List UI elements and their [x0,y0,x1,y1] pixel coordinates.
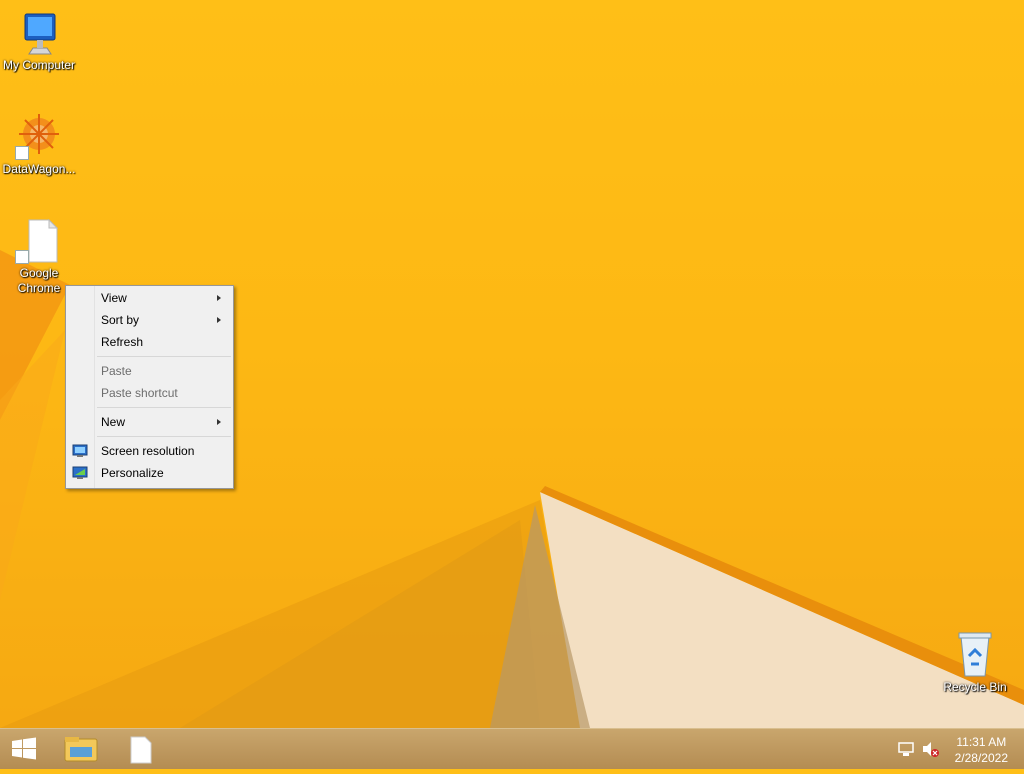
start-button[interactable] [0,729,48,769]
menu-separator [97,356,231,357]
clock-date: 2/28/2022 [954,751,1008,765]
menu-item-paste-shortcut[interactable]: Paste shortcut [68,382,231,404]
menu-item-new[interactable]: New [68,411,231,433]
menu-item-screen-resolution[interactable]: Screen resolution [68,440,231,462]
datawagon-icon [15,112,63,160]
menu-item-personalize[interactable]: Personalize [68,462,231,484]
menu-separator [97,436,231,437]
my-computer-icon[interactable]: My Computer [0,8,78,73]
network-icon [898,742,914,756]
taskbar: 11:31 AM 2/28/2022 [0,728,1024,769]
blank-document-icon [130,736,152,764]
menu-item-paste[interactable]: Paste [68,360,231,382]
display-icon [72,443,88,459]
google-chrome-shortcut[interactable]: Google Chrome [0,216,78,296]
menu-item-refresh[interactable]: Refresh [68,331,231,353]
menu-item-label: Sort by [101,313,140,327]
datawagon-label: DataWagon... [2,162,76,176]
computer-icon [15,8,63,56]
recycle-bin-label: Recycle Bin [943,680,1007,694]
volume-tray-button[interactable] [921,740,939,758]
file-explorer-button[interactable] [56,729,106,769]
personalize-icon [72,465,88,481]
network-tray-button[interactable] [897,740,915,758]
clock-time: 11:31 AM [956,735,1007,749]
menu-item-label: Paste shortcut [101,386,178,400]
menu-item-label: Personalize [101,466,164,480]
document-taskbar-button[interactable] [118,729,166,769]
recycle-bin-graphic [951,630,999,678]
menu-item-label: Refresh [101,335,144,349]
submenu-arrow-icon [217,317,221,323]
menu-item-label: New [101,415,126,429]
submenu-arrow-icon [217,295,221,301]
desktop[interactable]: My Computer DataWagon... Google Chrome R… [0,0,1024,728]
menu-item-sort-by[interactable]: Sort by [68,309,231,331]
my-computer-label: My Computer [2,58,76,72]
clock[interactable]: 11:31 AM 2/28/2022 [955,734,1008,766]
submenu-arrow-icon [217,419,221,425]
menu-separator [97,407,231,408]
blank-file-icon [15,216,63,264]
menu-item-label: View [101,291,127,305]
shortcut-arrow-icon [15,146,29,160]
desktop-context-menu: View Sort by Refresh Paste Paste shortcu… [65,285,234,489]
shortcut-arrow-icon [15,250,29,264]
menu-item-view[interactable]: View [68,287,231,309]
datawagon-shortcut[interactable]: DataWagon... [0,112,78,177]
menu-item-label: Screen resolution [101,444,195,458]
windows-start-icon [12,737,36,760]
menu-item-label: Paste [101,364,132,378]
recycle-bin-icon[interactable]: Recycle Bin [936,630,1014,695]
file-explorer-icon [64,737,98,762]
volume-muted-icon [923,742,939,757]
